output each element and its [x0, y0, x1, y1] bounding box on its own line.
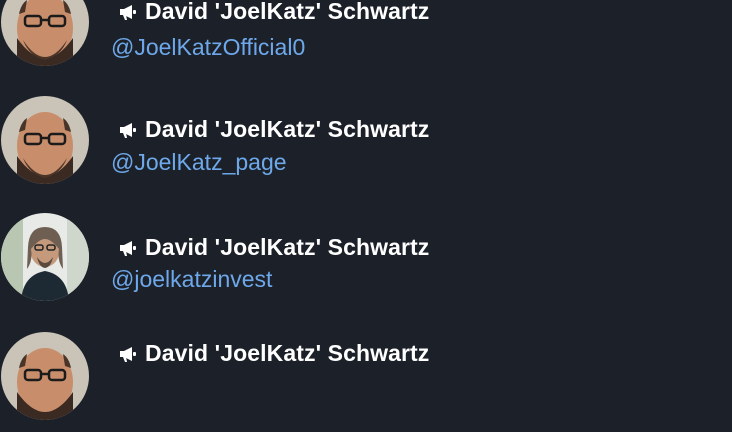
- portrait-bald-beard-glasses: [1, 96, 89, 184]
- megaphone-icon: [120, 122, 136, 138]
- portrait-bald-beard-glasses: [1, 332, 89, 420]
- portrait-bald-beard-glasses: [1, 0, 89, 66]
- channel-row[interactable]: David 'JoelKatz' Schwartz @joelkatzinves…: [0, 196, 732, 314]
- channel-row[interactable]: David 'JoelKatz' Schwartz: [0, 314, 732, 432]
- channel-title: David 'JoelKatz' Schwartz: [118, 116, 429, 143]
- megaphone-icon: [120, 4, 136, 20]
- avatar[interactable]: [1, 332, 89, 420]
- channel-title: David 'JoelKatz' Schwartz: [118, 234, 429, 261]
- channel-row[interactable]: David 'JoelKatz' Schwartz @JoelKatz_page: [0, 78, 732, 196]
- avatar[interactable]: [1, 96, 89, 184]
- megaphone-icon: [120, 240, 136, 256]
- avatar[interactable]: [1, 0, 89, 66]
- channel-title: David 'JoelKatz' Schwartz: [118, 340, 429, 367]
- channel-name: David 'JoelKatz' Schwartz: [145, 340, 430, 366]
- channel-name: David 'JoelKatz' Schwartz: [145, 116, 430, 142]
- channel-handle-link[interactable]: @joelkatzinvest: [111, 266, 272, 293]
- channel-name: David 'JoelKatz' Schwartz: [145, 234, 430, 260]
- avatar[interactable]: [1, 213, 89, 301]
- portrait-long-hair-outdoor: [1, 213, 89, 301]
- channel-handle-link[interactable]: @JoelKatz_page: [111, 149, 287, 176]
- channel-handle-link[interactable]: @JoelKatzOfficial0: [111, 34, 305, 61]
- channel-name: David 'JoelKatz' Schwartz: [145, 0, 430, 24]
- channel-title: David 'JoelKatz' Schwartz: [118, 0, 429, 25]
- channel-list: David 'JoelKatz' Schwartz @JoelKatzOffic…: [0, 0, 732, 420]
- megaphone-icon: [120, 346, 136, 362]
- channel-row[interactable]: David 'JoelKatz' Schwartz @JoelKatzOffic…: [0, 0, 732, 78]
